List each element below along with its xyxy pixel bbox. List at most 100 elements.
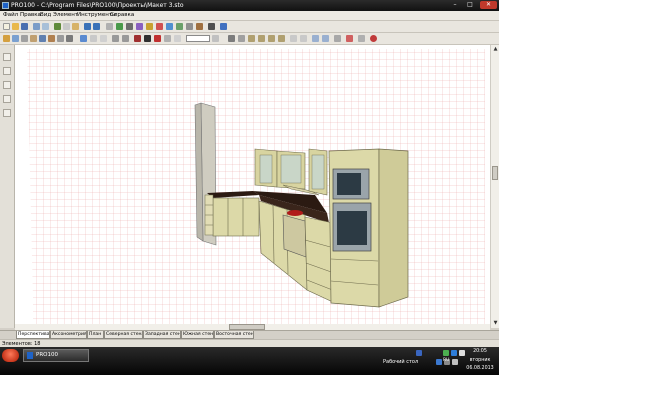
scroll-down-icon[interactable]: ▼ [491, 319, 499, 327]
menu-file[interactable]: Файл [3, 11, 18, 20]
redo-icon[interactable] [93, 23, 100, 30]
tray-skype-icon[interactable] [443, 350, 449, 356]
zoom-all-icon[interactable] [174, 35, 181, 42]
print-preview-icon[interactable] [42, 23, 49, 30]
align-left-icon[interactable] [248, 35, 255, 42]
shelf-icon[interactable] [30, 35, 37, 42]
align-top-icon[interactable] [268, 35, 275, 42]
align-bottom-icon[interactable] [278, 35, 285, 42]
report-icon[interactable] [176, 23, 183, 30]
clock-date: 06.08.2013 [466, 366, 494, 371]
save-icon[interactable] [21, 23, 28, 30]
tab-east-wall[interactable]: Восточная стена [214, 331, 254, 339]
tray-bluetooth-icon[interactable] [436, 359, 442, 365]
walk-icon[interactable] [154, 35, 161, 42]
tab-west-wall[interactable]: Западная стена [143, 331, 181, 339]
distribute-icon[interactable] [312, 35, 319, 42]
material-icon[interactable] [156, 23, 163, 30]
start-button[interactable] [2, 349, 19, 362]
language-indicator[interactable]: RU [443, 358, 449, 363]
door-icon[interactable] [12, 35, 19, 42]
zoom-combo[interactable] [186, 35, 210, 42]
scroll-up-icon[interactable]: ▲ [491, 45, 499, 53]
tray-volume-icon[interactable] [452, 359, 458, 365]
clock-time[interactable]: 20:05 [465, 349, 495, 354]
align-right-icon[interactable] [258, 35, 265, 42]
grid-icon[interactable] [228, 35, 235, 42]
combo-dropdown-icon[interactable] [212, 35, 219, 42]
open-folder-icon[interactable] [12, 23, 19, 30]
countertop-icon[interactable] [48, 35, 55, 42]
stop-icon[interactable] [370, 35, 377, 42]
zoom-window-icon[interactable] [164, 35, 171, 42]
blank-area-bottom [0, 375, 499, 394]
tray-update-icon[interactable] [451, 350, 457, 356]
print-icon[interactable] [33, 23, 40, 30]
lock-icon[interactable] [346, 35, 353, 42]
settings-icon[interactable] [186, 23, 193, 30]
main-toolbar [0, 21, 499, 33]
select-icon[interactable] [80, 35, 87, 42]
tool-measure-icon[interactable] [3, 109, 11, 117]
tab-perspective[interactable]: Перспектива [16, 331, 50, 339]
light-icon[interactable] [146, 23, 153, 30]
tool-select-icon[interactable] [3, 53, 11, 61]
dimension-icon[interactable] [116, 23, 123, 30]
tab-north-wall[interactable]: Северная стена [104, 331, 143, 339]
drawer-icon[interactable] [21, 35, 28, 42]
zoom-out-icon[interactable] [122, 35, 129, 42]
tab-south-wall[interactable]: Южная стена [181, 331, 214, 339]
menu-edit[interactable]: Правка [20, 11, 41, 20]
price-icon[interactable] [196, 23, 203, 30]
zoom-in-icon[interactable] [112, 35, 119, 42]
tab-plan[interactable]: План [87, 331, 104, 339]
title-bar: PRO100 - C:\Program Files\PRO100\Проекты… [0, 0, 499, 11]
texture-icon[interactable] [166, 23, 173, 30]
menu-element[interactable]: Элемент [53, 11, 78, 20]
tray-network-icon[interactable] [416, 350, 422, 356]
undo-icon[interactable] [84, 23, 91, 30]
maximize-button[interactable]: □ [464, 1, 476, 9]
app-logo-icon [2, 2, 9, 9]
box-icon[interactable] [3, 35, 10, 42]
render-icon[interactable] [136, 23, 143, 30]
rotate-icon[interactable] [100, 35, 107, 42]
vertical-scrollbar[interactable]: ▲ ▼ [490, 45, 499, 328]
left-toolbar [0, 45, 15, 328]
paste-icon[interactable] [72, 23, 79, 30]
minimize-button[interactable]: – [449, 1, 461, 9]
pro100-icon [27, 352, 33, 359]
help-icon[interactable] [220, 23, 227, 30]
tool-walls-icon[interactable] [3, 67, 11, 75]
3d-viewport[interactable] [15, 45, 490, 328]
panel-icon[interactable] [39, 35, 46, 42]
new-file-icon[interactable] [3, 23, 10, 30]
mirror-icon[interactable] [322, 35, 329, 42]
library-icon[interactable] [106, 23, 113, 30]
tab-axonometry[interactable]: Аксонометрия [50, 331, 87, 339]
menu-bar: Файл Правка Вид Элемент Инструменты Спра… [0, 11, 499, 21]
leg-icon[interactable] [66, 35, 73, 42]
clock-weekday: вторник [469, 358, 491, 363]
measure-icon[interactable] [334, 35, 341, 42]
group-icon[interactable] [290, 35, 297, 42]
taskbar-app-pro100[interactable]: PRO100 [23, 349, 89, 362]
pan-icon[interactable] [144, 35, 151, 42]
move-icon[interactable] [90, 35, 97, 42]
hide-icon[interactable] [358, 35, 365, 42]
desktop-toolbar-label[interactable]: Рабочий стол [383, 359, 418, 365]
vertical-scroll-thumb[interactable] [492, 166, 498, 180]
cut-icon[interactable] [54, 23, 61, 30]
tool-camera-icon[interactable] [3, 81, 11, 89]
snap-icon[interactable] [238, 35, 245, 42]
tool-light-icon[interactable] [3, 95, 11, 103]
handle-icon[interactable] [57, 35, 64, 42]
copy-icon[interactable] [63, 23, 70, 30]
sum-icon[interactable] [208, 23, 215, 30]
orbit-icon[interactable] [134, 35, 141, 42]
menu-help[interactable]: Справка [110, 11, 134, 20]
close-button[interactable]: ✕ [480, 1, 497, 9]
menu-view[interactable]: Вид [40, 11, 51, 20]
ungroup-icon[interactable] [300, 35, 307, 42]
view-3d-icon[interactable] [126, 23, 133, 30]
